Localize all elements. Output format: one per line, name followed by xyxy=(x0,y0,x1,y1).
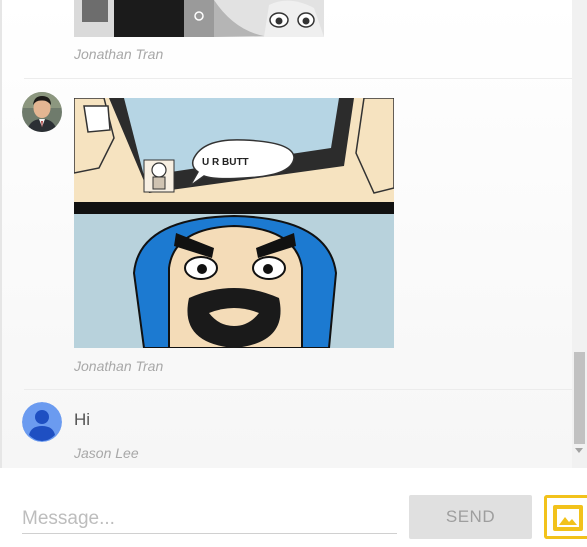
svg-text:U R BUTT: U R BUTT xyxy=(202,157,249,168)
chat-scrollbar[interactable] xyxy=(572,0,587,468)
message-divider xyxy=(24,389,572,390)
message-text: Hi xyxy=(74,410,91,429)
upload-image-button[interactable] xyxy=(544,495,587,539)
message-divider xyxy=(24,78,572,79)
scroll-down-arrow-icon[interactable] xyxy=(575,448,583,453)
scrollbar-thumb[interactable] xyxy=(574,352,585,444)
send-button[interactable]: SEND xyxy=(409,495,532,539)
message-input[interactable] xyxy=(22,504,397,534)
manga-image[interactable] xyxy=(74,0,324,37)
message-author: Jason Lee xyxy=(74,445,139,461)
comic-image[interactable]: U R BUTT xyxy=(74,98,394,348)
message-composer: SEND xyxy=(0,468,587,547)
avatar xyxy=(22,92,62,132)
image-icon xyxy=(553,505,583,531)
message-author: Jonathan Tran xyxy=(74,46,164,62)
chat-message-list[interactable]: Jonathan Tran U R BUTT Jonathan Tran Hi … xyxy=(0,0,572,468)
message-author: Jonathan Tran xyxy=(74,358,164,374)
default-avatar xyxy=(22,402,62,442)
